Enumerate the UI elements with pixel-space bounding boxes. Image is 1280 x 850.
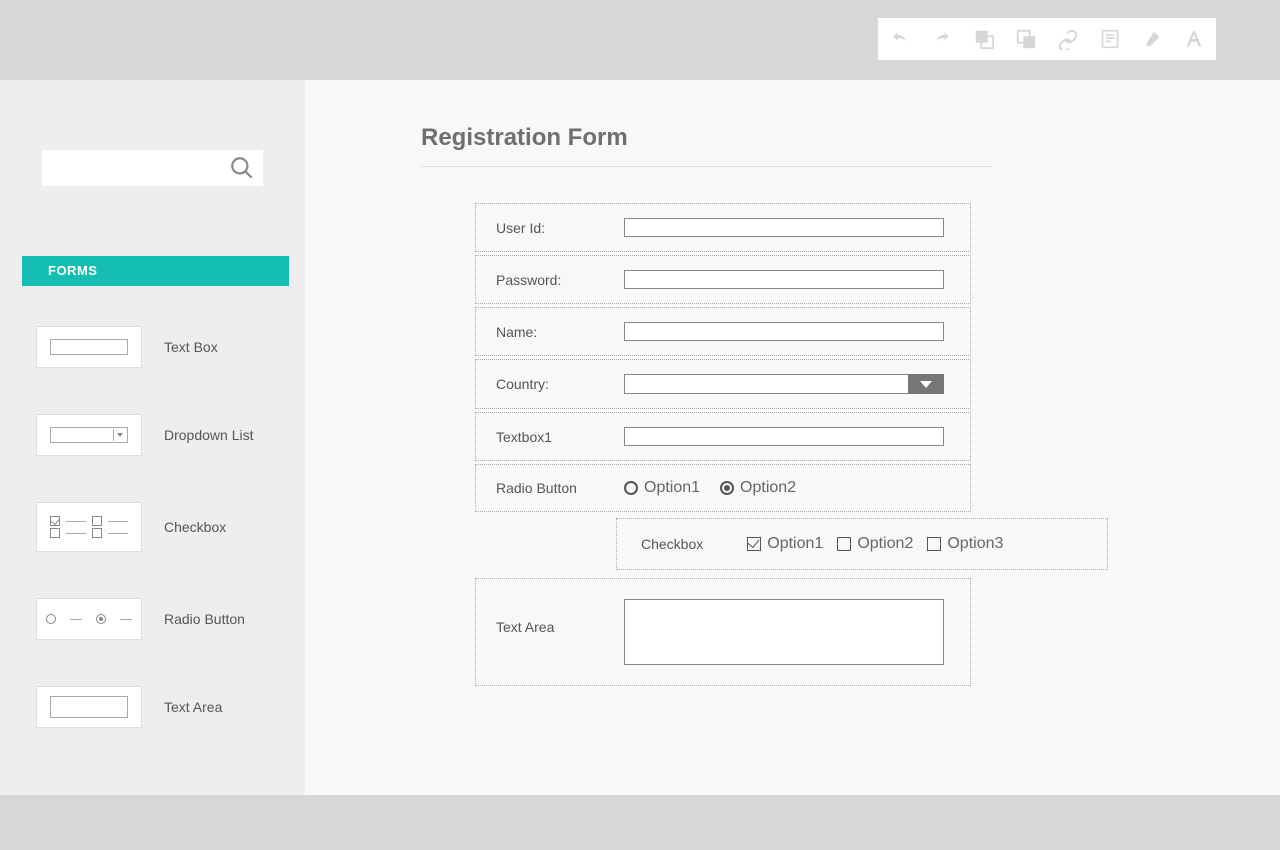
checkbox-checked-icon: [747, 537, 761, 551]
palette-textbox-label: Text Box: [164, 339, 218, 355]
undo-icon: [889, 29, 911, 49]
field-checkbox-label: Checkbox: [641, 536, 703, 552]
field-password[interactable]: Password:: [475, 255, 971, 304]
checkbox-option1-label: Option1: [767, 535, 823, 553]
form-title[interactable]: Registration Form: [421, 124, 1240, 152]
bring-front-button[interactable]: [972, 27, 996, 51]
palette-radio-thumb: [36, 598, 142, 640]
field-textarea[interactable]: Text Area: [475, 578, 971, 686]
radio-selected-icon: [720, 481, 734, 495]
field-name-input[interactable]: [624, 322, 944, 341]
bring-front-icon: [973, 28, 995, 50]
palette-dropdown-label: Dropdown List: [164, 427, 254, 443]
palette-radio-label: Radio Button: [164, 611, 245, 627]
palette-textarea-label: Text Area: [164, 699, 222, 715]
field-textarea-input[interactable]: [624, 599, 944, 665]
field-checkbox[interactable]: Checkbox Option1 Option2 Option3: [616, 518, 1108, 570]
title-divider: [421, 166, 991, 167]
checkbox-icon: [837, 537, 851, 551]
palette-textarea[interactable]: Text Area: [36, 686, 305, 728]
palette-radio[interactable]: Radio Button: [36, 598, 305, 640]
field-country-dropdown[interactable]: [624, 374, 944, 394]
field-textbox1-input[interactable]: [624, 427, 944, 446]
palette-checkbox[interactable]: Checkbox: [36, 502, 305, 552]
checkbox-option3-label: Option3: [947, 535, 1003, 553]
link-icon: [1057, 28, 1079, 50]
palette-textbox-thumb: [36, 326, 142, 368]
radio-options: Option1 Option2: [624, 479, 808, 497]
style-button[interactable]: [1140, 27, 1164, 51]
checkbox-options: Option1 Option2 Option3: [747, 535, 1017, 553]
sidebar-category-forms[interactable]: FORMS: [22, 256, 289, 286]
palette-checkbox-thumb: [36, 502, 142, 552]
field-userid-label: User Id:: [496, 220, 614, 236]
redo-button[interactable]: [930, 27, 954, 51]
redo-icon: [931, 29, 953, 49]
field-country-label: Country:: [496, 376, 614, 392]
field-textarea-label: Text Area: [496, 599, 614, 635]
radio-option2[interactable]: Option2: [720, 479, 796, 497]
radio-option2-label: Option2: [740, 479, 796, 497]
link-button[interactable]: [1056, 27, 1080, 51]
palette-checkbox-label: Checkbox: [164, 519, 226, 535]
component-palette: Text Box Dropdown List Checkbox: [0, 326, 305, 728]
sidebar: FORMS Text Box Dropdown List Checkbox: [0, 80, 305, 795]
topbar: [0, 0, 1280, 80]
bottombar: [0, 795, 1280, 850]
design-canvas[interactable]: Registration Form User Id: Password: Nam…: [305, 80, 1280, 795]
note-icon: [1100, 28, 1120, 50]
search-input[interactable]: [42, 150, 263, 186]
radio-option1[interactable]: Option1: [624, 479, 700, 497]
palette-textbox[interactable]: Text Box: [36, 326, 305, 368]
field-radio-label: Radio Button: [496, 480, 614, 496]
palette-textarea-thumb: [36, 686, 142, 728]
field-userid[interactable]: User Id:: [475, 203, 971, 252]
field-radio[interactable]: Radio Button Option1 Option2: [475, 464, 971, 512]
font-icon: [1183, 28, 1205, 50]
field-textbox1-label: Textbox1: [496, 429, 614, 445]
font-button[interactable]: [1182, 27, 1206, 51]
radio-icon: [624, 481, 638, 495]
field-password-label: Password:: [496, 272, 614, 288]
brush-icon: [1141, 28, 1163, 50]
search-icon: [229, 155, 255, 181]
checkbox-option2-label: Option2: [857, 535, 913, 553]
radio-option1-label: Option1: [644, 479, 700, 497]
palette-dropdown-thumb: [36, 414, 142, 456]
field-country[interactable]: Country:: [475, 359, 971, 409]
send-back-button[interactable]: [1014, 27, 1038, 51]
undo-button[interactable]: [888, 27, 912, 51]
field-name[interactable]: Name:: [475, 307, 971, 356]
checkbox-icon: [927, 537, 941, 551]
chevron-down-icon: [908, 374, 944, 394]
field-name-label: Name:: [496, 324, 614, 340]
checkbox-option2[interactable]: Option2: [837, 535, 913, 553]
palette-dropdown[interactable]: Dropdown List: [36, 414, 305, 456]
checkbox-option1[interactable]: Option1: [747, 535, 823, 553]
send-back-icon: [1015, 28, 1037, 50]
workspace: FORMS Text Box Dropdown List Checkbox: [0, 80, 1280, 795]
field-userid-input[interactable]: [624, 218, 944, 237]
toolbar: [878, 18, 1216, 60]
field-password-input[interactable]: [624, 270, 944, 289]
field-textbox1[interactable]: Textbox1: [475, 412, 971, 461]
note-button[interactable]: [1098, 27, 1122, 51]
checkbox-option3[interactable]: Option3: [927, 535, 1003, 553]
